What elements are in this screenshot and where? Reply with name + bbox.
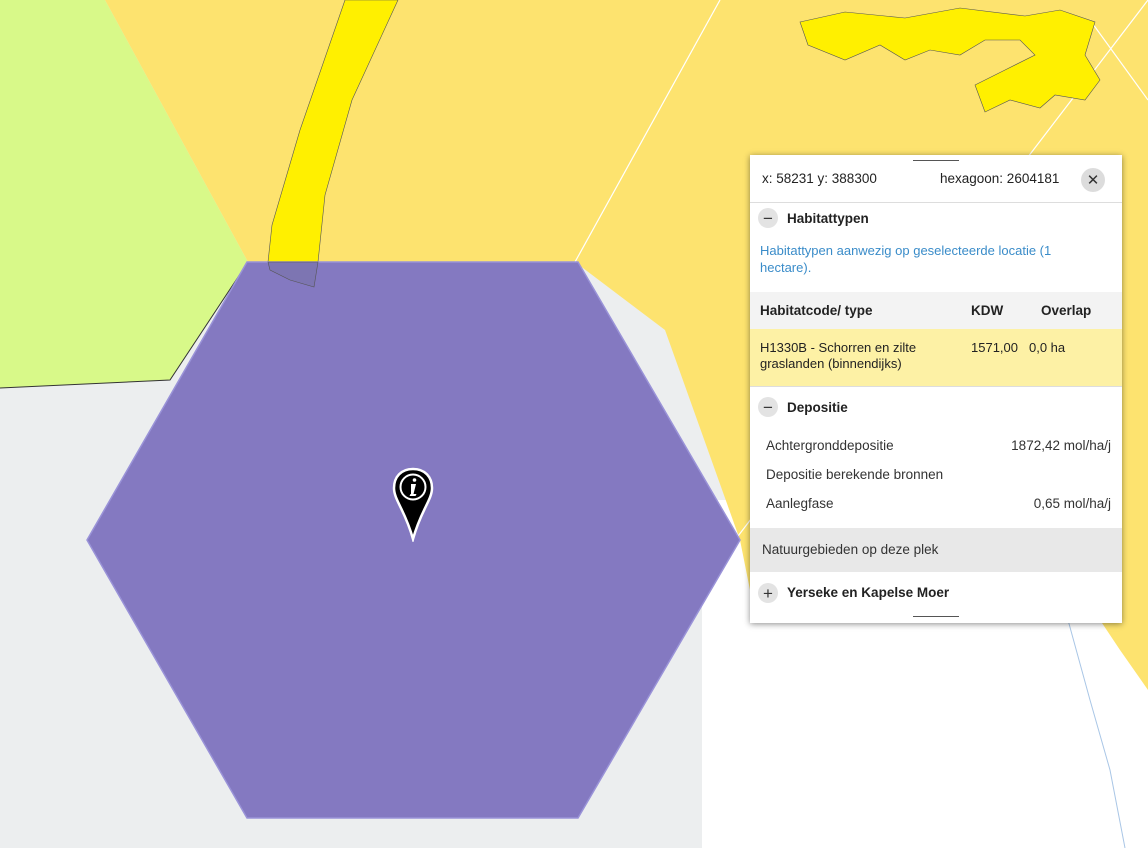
habitat-kdw: 1571,00: [971, 340, 1018, 355]
divider: [750, 202, 1122, 203]
habitat-overlap: 0,0 ha: [1029, 340, 1066, 355]
divider: [750, 386, 1122, 387]
deposition-row: Depositie berekende bronnen: [766, 467, 1111, 482]
deposition-value: 1872,42 mol/ha/j: [1011, 438, 1111, 453]
panel-header: x: 58231 y: 388300 hexagoon: 2604181 ✕: [750, 155, 1122, 202]
deposition-label: Aanlegfase: [766, 496, 834, 511]
expand-nature-area-button[interactable]: +: [758, 583, 778, 603]
habitat-description: Habitattypen aanwezig op geselecteerde l…: [760, 243, 1052, 275]
habitat-section-title: Habitattypen: [787, 211, 869, 226]
column-overlap: Overlap: [1041, 303, 1092, 318]
nature-areas-header: Natuurgebieden op deze plek: [750, 528, 1122, 572]
deposition-row: Achtergronddepositie 1872,42 mol/ha/j: [766, 438, 1111, 453]
nature-area-name[interactable]: Yerseke en Kapelse Moer: [787, 585, 949, 600]
hexagon-id-text: hexagoon: 2604181: [940, 171, 1060, 186]
nature-areas-title: Natuurgebieden op deze plek: [762, 542, 939, 557]
info-pin-icon[interactable]: [391, 466, 435, 542]
habitat-table-header: Habitatcode/ type KDW Overlap: [750, 292, 1122, 329]
habitat-name-line1: H1330B - Schorren en zilte: [760, 340, 917, 355]
habitat-name-line2: graslanden (binnendijks): [760, 356, 902, 371]
collapse-habitat-button[interactable]: −: [758, 208, 778, 228]
deposition-value: 0,65 mol/ha/j: [1033, 496, 1111, 511]
info-panel: x: 58231 y: 388300 hexagoon: 2604181 ✕ −…: [750, 155, 1122, 623]
close-icon[interactable]: ✕: [1081, 168, 1105, 192]
drag-handle-bottom[interactable]: [913, 616, 959, 617]
table-row[interactable]: H1330B - Schorren en zilte graslanden (b…: [750, 329, 1122, 386]
column-kdw: KDW: [971, 303, 1004, 318]
collapse-deposition-button[interactable]: −: [758, 397, 778, 417]
column-habitatcode: Habitatcode/ type: [760, 303, 873, 318]
coordinates-text: x: 58231 y: 388300: [762, 171, 877, 186]
deposition-label: Depositie berekende bronnen: [766, 467, 944, 482]
deposition-label: Achtergronddepositie: [766, 438, 894, 453]
deposition-row: Aanlegfase 0,65 mol/ha/j: [766, 496, 1111, 511]
deposition-section-title: Depositie: [787, 400, 848, 415]
